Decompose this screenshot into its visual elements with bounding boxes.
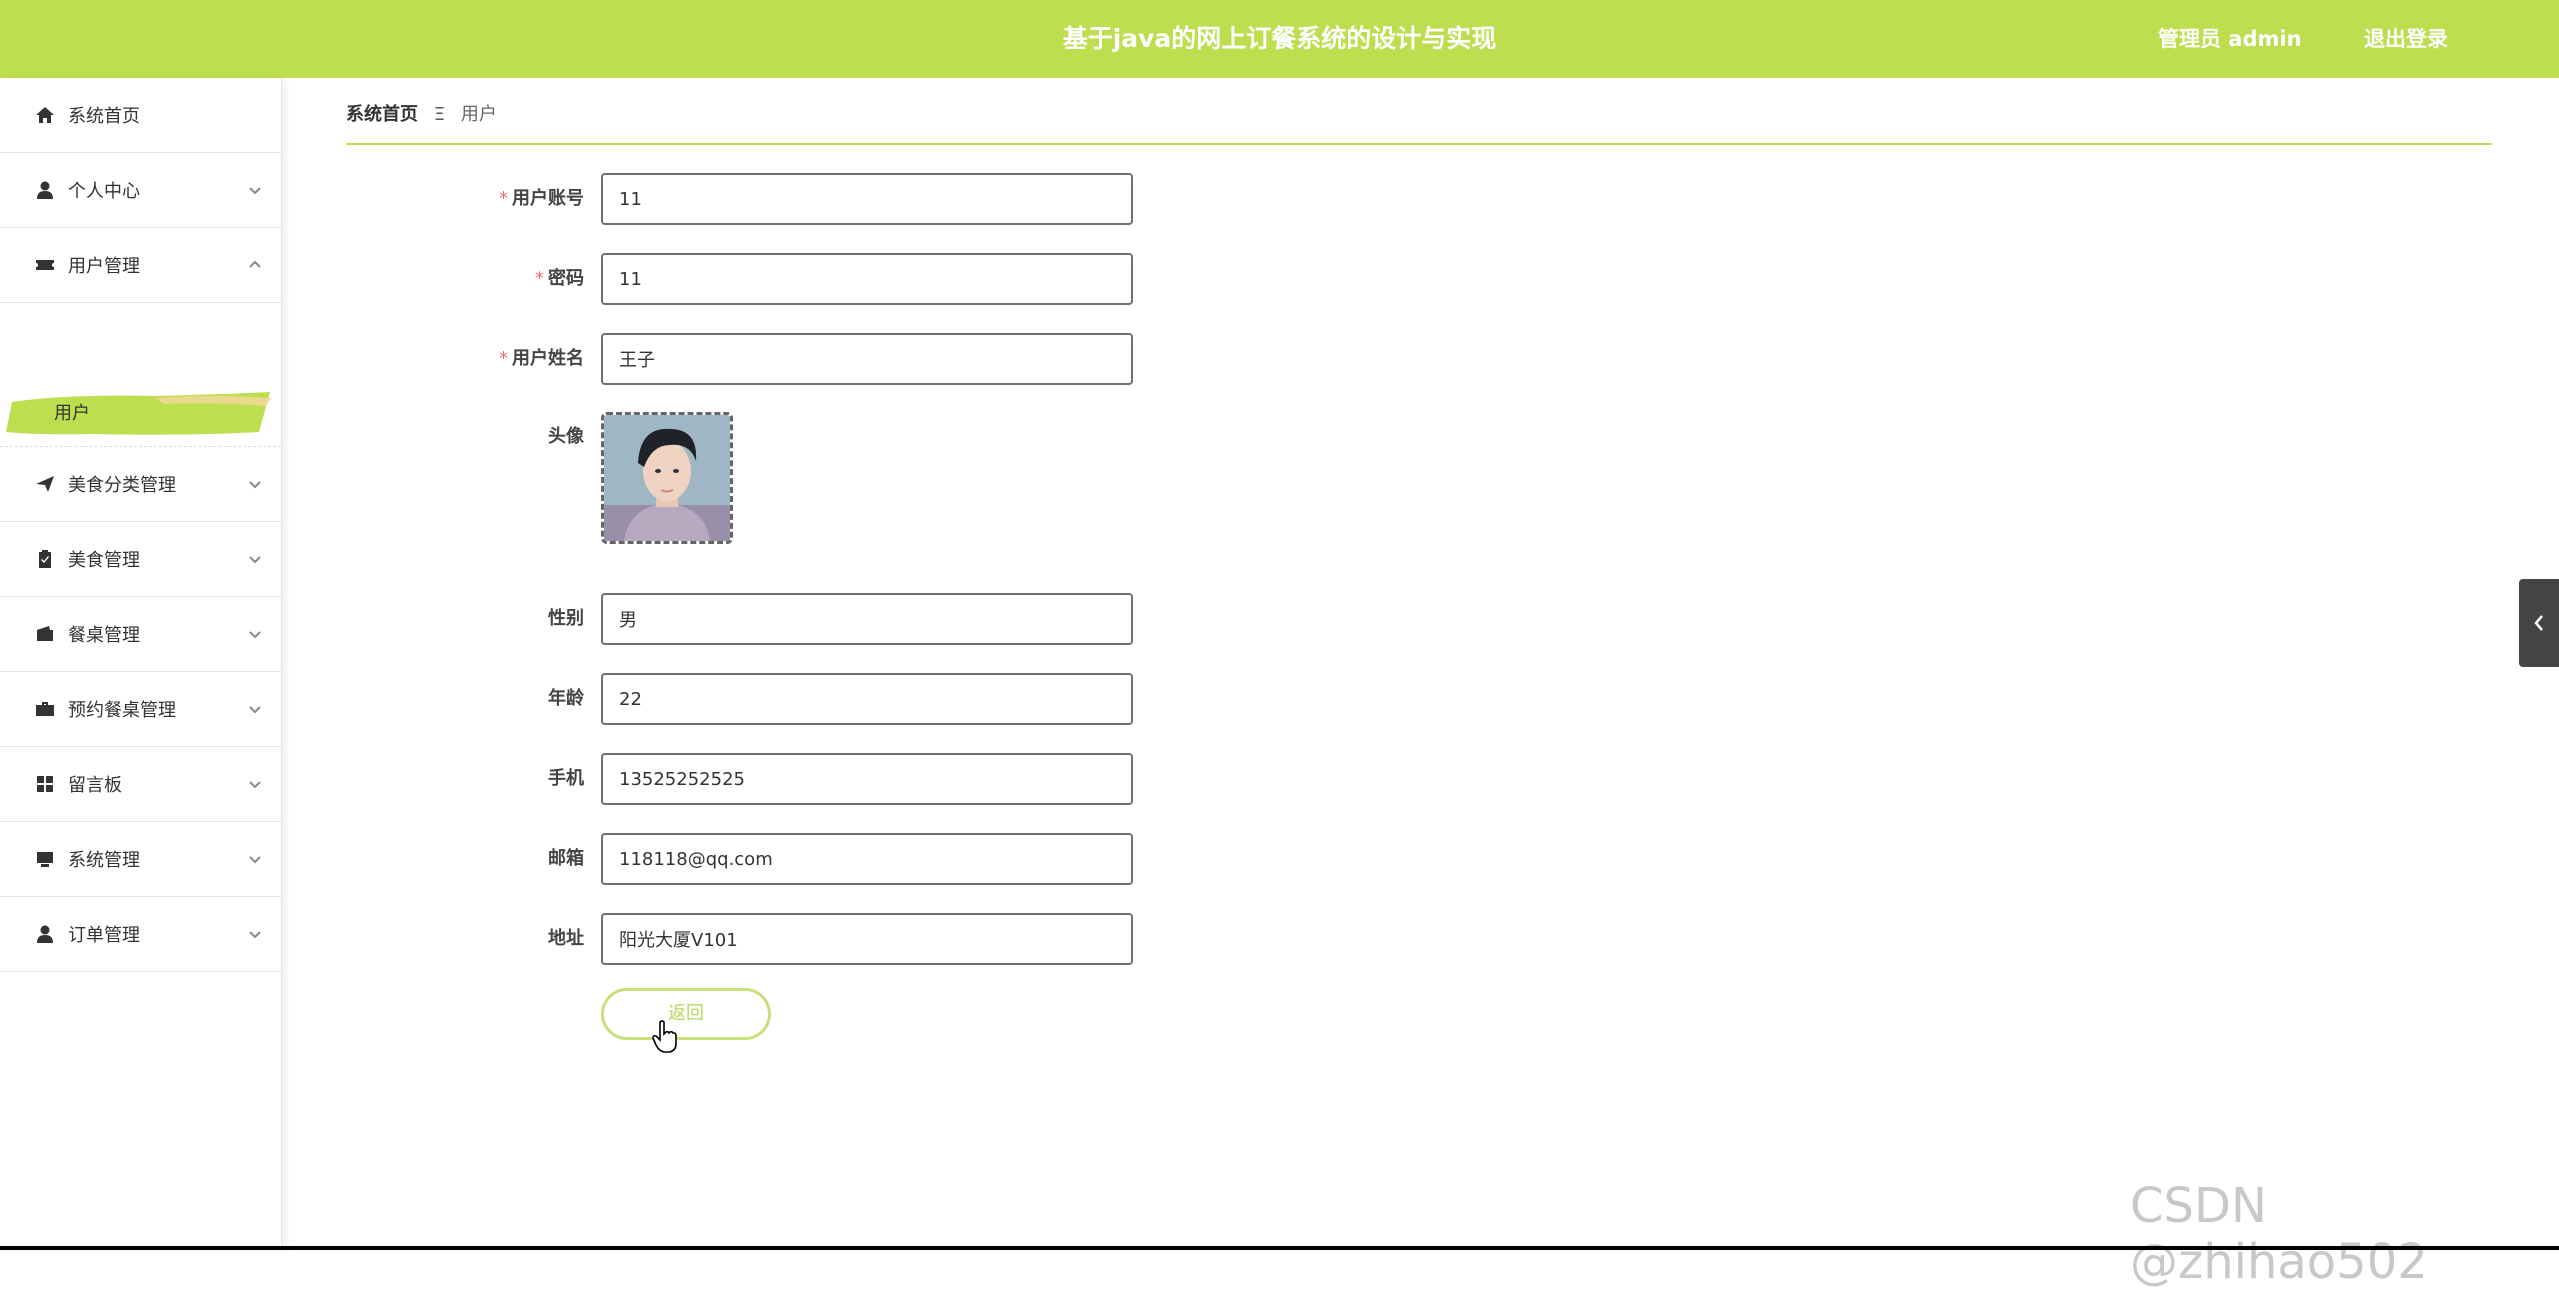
hand-cursor-icon [652,1020,677,1053]
gender-label: 性别 [548,608,584,629]
chevron-down-icon [247,476,263,492]
sidebar-item-reservation[interactable]: 预约餐桌管理 [0,672,281,747]
chevron-down-icon [247,926,263,942]
phone-label: 手机 [548,768,584,789]
name-input[interactable] [601,333,1133,385]
top-bar: 基于java的网上订餐系统的设计与实现 管理员 admin 退出登录 [0,0,2559,78]
grid-icon [34,773,56,795]
sidebar-item-user-management[interactable]: 用户管理 [0,228,281,303]
phone-input[interactable] [601,753,1133,805]
sidebar-item-system[interactable]: 系统管理 [0,822,281,897]
password-input[interactable] [601,253,1133,305]
breadcrumb-home[interactable]: 系统首页 [346,104,418,125]
chevron-down-icon [247,551,263,567]
sidebar-subitem-label: 用户 [54,403,90,424]
user-icon [34,179,56,201]
chevron-down-icon [247,626,263,642]
sidebar-item-label: 系统管理 [68,850,140,871]
sidebar-item-food[interactable]: 美食管理 [0,522,281,597]
sidebar-item-label: 餐桌管理 [68,625,140,646]
email-label: 邮箱 [548,848,584,869]
sidebar-item-label: 留言板 [68,775,122,796]
sidebar-item-label: 美食分类管理 [68,475,176,496]
breadcrumb: 系统首页 Ξ 用户 [346,100,497,130]
form-row-name: * 用户姓名 [346,333,1146,385]
user-icon [34,923,56,945]
chevron-up-icon [247,257,263,273]
logout-link[interactable]: 退出登录 [2364,0,2448,78]
active-brush-highlight [6,392,272,435]
watermark: CSDN @zhihao502 [2130,1178,2428,1290]
required-mark: * [499,348,508,369]
password-label: 密码 [548,268,584,289]
sidebar-item-label: 个人中心 [68,181,140,202]
account-label: 用户账号 [512,188,584,209]
sidebar-item-label: 美食管理 [68,550,140,571]
email-input[interactable] [601,833,1133,885]
chevron-down-icon [247,182,263,198]
sidebar-item-table[interactable]: 餐桌管理 [0,597,281,672]
breadcrumb-divider [346,143,2492,145]
back-button[interactable]: 返回 [601,988,771,1040]
age-input[interactable] [601,673,1133,725]
sidebar-item-orders[interactable]: 订单管理 [0,897,281,972]
sidebar-item-home[interactable]: 系统首页 [0,78,281,153]
monitor-icon [34,848,56,870]
account-input[interactable] [601,173,1133,225]
sidebar-item-label: 用户管理 [68,256,140,277]
sidebar-item-label: 系统首页 [68,106,140,127]
avatar-image[interactable] [601,412,733,544]
briefcase-icon [34,698,56,720]
age-label: 年龄 [548,688,584,709]
sidebar: 系统首页 个人中心 用户管理 用户 美食分类管理 美食管理 餐桌管理 预约餐桌管… [0,78,282,1250]
address-input[interactable] [601,913,1133,965]
gender-input[interactable] [601,593,1133,645]
name-label: 用户姓名 [512,348,584,369]
form-row-password: * 密码 [346,253,1146,305]
collapse-panel-tab[interactable] [2519,579,2559,667]
breadcrumb-separator: Ξ [433,104,446,125]
current-user: 管理员 admin [2158,27,2302,51]
clipboard-icon [34,548,56,570]
sidebar-item-personal-center[interactable]: 个人中心 [0,153,281,228]
form-row-age: 年龄 [346,673,1146,725]
avatar-portrait [604,415,730,541]
chevron-down-icon [247,776,263,792]
sidebar-item-label: 订单管理 [68,925,140,946]
breadcrumb-current: 用户 [460,104,497,125]
form-row-gender: 性别 [346,593,1146,645]
sidebar-item-label: 预约餐桌管理 [68,700,176,721]
chevron-down-icon [247,701,263,717]
required-mark: * [535,268,544,289]
form-row-account: * 用户账号 [346,173,1146,225]
sidebar-item-food-category[interactable]: 美食分类管理 [0,447,281,522]
home-icon [34,104,56,126]
wallet-icon [34,623,56,645]
sidebar-item-message-board[interactable]: 留言板 [0,747,281,822]
ticket-icon [34,254,56,276]
form-row-phone: 手机 [346,753,1146,805]
form-row-address: 地址 [346,913,1146,965]
chevron-down-icon [247,851,263,867]
sidebar-subitem-user[interactable]: 用户 [0,380,281,447]
avatar-label: 头像 [548,426,584,447]
chevron-left-icon [2534,615,2543,631]
address-label: 地址 [548,928,584,949]
send-icon [34,473,56,495]
window-bottom-border [0,1246,2559,1250]
required-mark: * [499,188,508,209]
form-row-email: 邮箱 [346,833,1146,885]
